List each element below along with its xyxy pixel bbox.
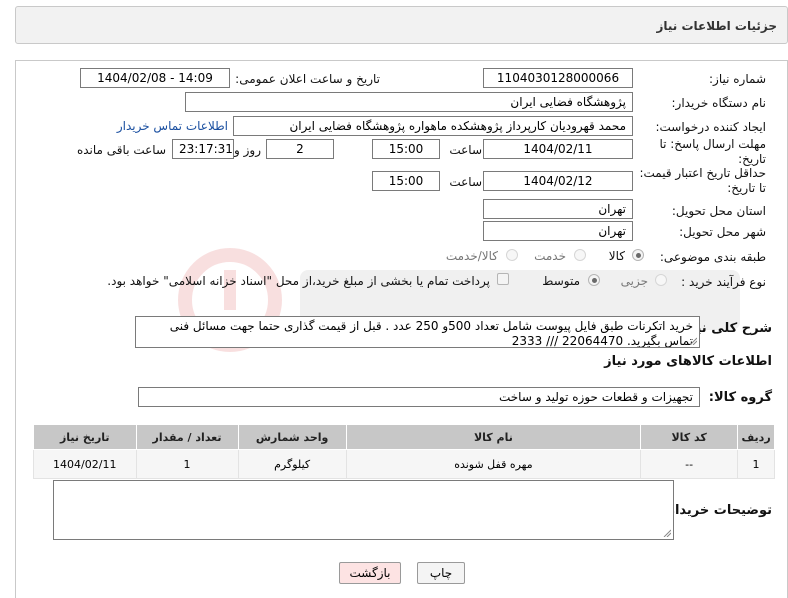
process-radio-medium[interactable] [588, 274, 600, 286]
buyer-notes-label: توضیحات خریدار: [662, 503, 772, 518]
price-date-field: 1404/02/12 [483, 171, 633, 191]
col-unit: واحد شمارش [237, 424, 347, 450]
city-field: تهران [483, 221, 633, 241]
remaining-label: ساعت باقی مانده [76, 143, 166, 157]
cell-name: مهره قفل شونده [345, 449, 642, 479]
buyer-org-label: نام دستگاه خریدار: [671, 96, 767, 110]
category-radio-goods-service[interactable] [506, 249, 518, 261]
reply-deadline-label: مهلت ارسال پاسخ: تا تاریخ: [659, 137, 766, 166]
process-label: نوع فرآیند خرید : [681, 275, 766, 289]
goods-group-label: گروه کالا: [708, 390, 772, 405]
category-radio-service[interactable] [574, 249, 586, 261]
city-label: شهر محل تحویل: [679, 225, 766, 239]
reply-time-field: 15:00 [372, 139, 440, 159]
print-button[interactable]: چاپ [417, 562, 465, 584]
cell-unit: کیلوگرم [237, 449, 347, 479]
reply-date-field: 1404/02/11 [483, 139, 633, 159]
creator-label: ایجاد کننده درخواست: [655, 120, 766, 134]
resize-grip-icon[interactable] [663, 529, 671, 537]
goods-group-field: تجهیزات و قطعات حوزه تولید و ساخت [138, 387, 700, 407]
cell-row: 1 [737, 449, 775, 479]
buyer-org-field: پژوهشگاه فضایی ایران [185, 92, 633, 112]
category-radio-goods[interactable] [632, 249, 644, 261]
process-option-minor: جزیی [620, 274, 648, 288]
cell-qty: 1 [135, 449, 239, 479]
category-option-service: خدمت [534, 249, 566, 263]
table-row: 1 -- مهره قفل شونده کیلوگرم 1 1404/02/11 [33, 449, 775, 479]
back-button[interactable]: بازگشت [339, 562, 401, 584]
description-line-1: خرید اتکرنات طبق فایل پیوست شامل تعداد 5… [169, 319, 693, 333]
category-option-goods-service: کالا/خدمت [445, 249, 498, 263]
announce-label: تاریخ و ساعت اعلان عمومی: [235, 72, 380, 86]
need-number-field: 1104030128000066 [483, 68, 633, 88]
col-name: نام کالا [345, 424, 642, 450]
col-row: ردیف [737, 424, 775, 450]
category-label: طبقه بندی موضوعی: [659, 250, 766, 264]
remaining-time-field: 23:17:31 [172, 139, 234, 159]
days-label: روز و [234, 143, 261, 157]
description-line-2: تماس بگیرید. 22064470 /// 2333 [511, 334, 693, 348]
reply-time-label: ساعت [449, 143, 482, 157]
resize-grip-icon[interactable] [689, 337, 697, 345]
reply-days-field: 2 [266, 139, 334, 159]
price-validity-label: حداقل تاریخ اعتبار قیمت: تا تاریخ: [639, 166, 766, 195]
province-label: استان محل تحویل: [671, 204, 766, 218]
buyer-notes-textarea[interactable] [53, 480, 674, 540]
province-field: تهران [483, 199, 633, 219]
buyer-contact-link[interactable]: اطلاعات تماس خریدار [117, 119, 228, 133]
col-code: کد کالا [640, 424, 739, 450]
price-time-label: ساعت [449, 175, 482, 189]
announce-field: 1404/02/08 - 14:09 [80, 68, 230, 88]
creator-field: محمد قهرودیان کارپرداز پژوهشکده ماهواره … [233, 116, 633, 136]
cell-date: 1404/02/11 [33, 449, 137, 479]
description-textarea[interactable]: خرید اتکرنات طبق فایل پیوست شامل تعداد 5… [135, 316, 700, 348]
treasury-note: پرداخت تمام یا بخشی از مبلغ خرید،از محل … [107, 274, 490, 288]
goods-table: ردیف کد کالا نام کالا واحد شمارش تعداد /… [33, 424, 775, 479]
process-radio-minor[interactable] [655, 274, 667, 286]
col-qty: تعداد / مقدار [135, 424, 239, 450]
goods-table-header: ردیف کد کالا نام کالا واحد شمارش تعداد /… [33, 424, 775, 450]
col-date: تاریخ نیاز [33, 424, 137, 450]
price-time-field: 15:00 [372, 171, 440, 191]
process-option-medium: متوسط [542, 274, 580, 288]
category-option-goods: کالا [608, 249, 625, 263]
cell-code: -- [640, 449, 739, 479]
treasury-checkbox[interactable] [497, 273, 509, 285]
page-title: جزئیات اطلاعات نیاز [656, 19, 777, 33]
need-number-label: شماره نیاز: [709, 72, 766, 86]
page-header: جزئیات اطلاعات نیاز [15, 6, 788, 44]
goods-section-title: اطلاعات کالاهای مورد نیاز [604, 354, 772, 369]
